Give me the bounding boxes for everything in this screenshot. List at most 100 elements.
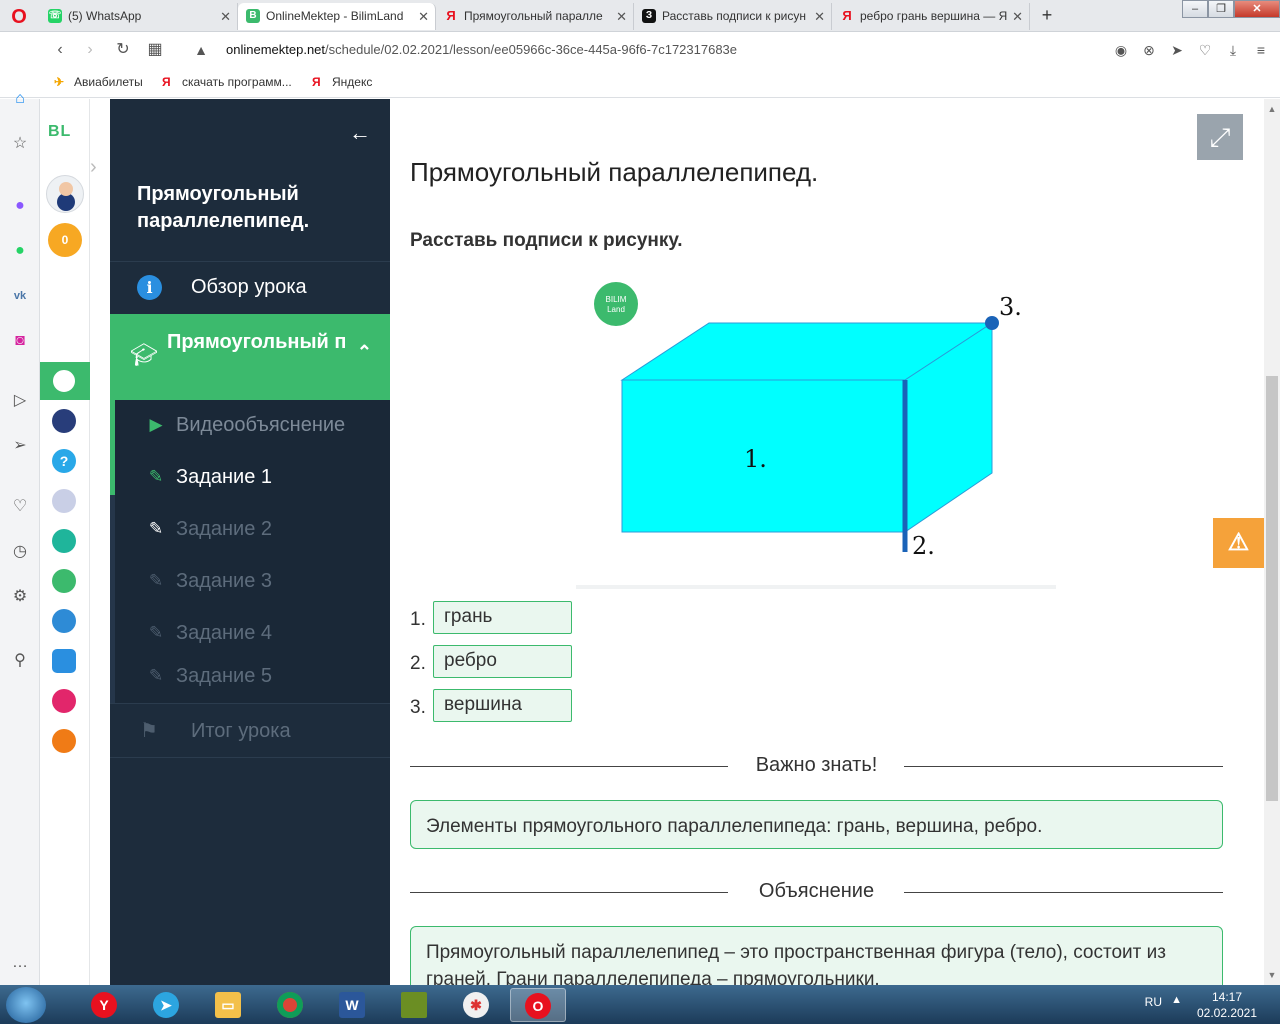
nav-item-task-2[interactable]: ✎ Задание 2 [115,504,390,556]
opera-menu-icon[interactable]: O [8,6,30,28]
scroll-down-icon[interactable]: ▼ [1264,967,1280,983]
tab-onlinemektep[interactable]: B OnlineMektep - BilimLand ✕ [238,3,436,30]
app-bilimbook[interactable] [40,602,90,640]
scrollbar-thumb[interactable] [1266,376,1278,801]
send-icon[interactable]: ➢ [9,435,31,457]
lightbulb-icon[interactable]: ⚲ [9,650,31,672]
bookmark-aviabilety[interactable]: ✈ Авиабилеты [54,75,143,89]
instagram-icon[interactable]: ◙ [9,330,31,352]
send-icon[interactable]: ➤ [1168,40,1186,60]
scroll-up-icon[interactable]: ▲ [1264,101,1280,117]
report-warning-icon[interactable]: ⚠ [1213,518,1264,568]
taskbar-word[interactable]: W [324,988,380,1022]
bilimland-logo[interactable]: BL [48,123,71,141]
arrow-left-icon[interactable]: ← [346,121,374,145]
fullscreen-icon[interactable]: ⤢ [1197,114,1243,160]
divider-line [904,892,1223,893]
word-icon: W [339,991,365,1018]
answer-slot-1[interactable]: грань [433,601,572,634]
nav-item-task-1[interactable]: ✎ Задание 1 [115,452,390,504]
vk-icon[interactable]: vk [9,285,31,307]
settings-icon[interactable]: ⚙ [9,586,31,608]
player-icon[interactable]: ▷ [9,390,31,412]
adblock-icon[interactable]: ⊗ [1140,40,1158,60]
nav-item-task-3[interactable]: ✎ Задание 3 [115,556,390,608]
minimize-button[interactable]: – [1182,0,1208,18]
taskbar-yandex[interactable]: Y [76,988,132,1022]
chevron-up-icon[interactable]: ⌃ [357,342,372,363]
bilimland-icon: B [246,9,260,23]
lesson-content: ⤢ Прямоугольный параллелепипед. Расставь… [390,99,1264,985]
app-library[interactable] [40,482,90,520]
app-bilimland[interactable] [40,562,90,600]
forward-icon[interactable]: › [80,40,100,60]
url-field[interactable]: onlinemektep.net/schedule/02.02.2021/les… [226,42,737,57]
tab-whatsapp[interactable]: ☏ (5) WhatsApp ✕ [40,3,238,30]
system-tray: RU ▲ 14:17 02.02.2021 [1072,989,1272,1021]
reload-icon[interactable]: ↻ [113,40,133,60]
bookmark-yandex[interactable]: Я Яндекс [312,75,372,89]
nav-item-overview[interactable]: i Обзор урока [110,261,390,313]
taskbar-opera[interactable]: O [510,988,566,1022]
answer-slot-2[interactable]: ребро [433,645,572,678]
close-icon[interactable]: ✕ [220,3,231,30]
speed-dial-icon[interactable]: ▦ [145,40,165,60]
app-twig[interactable] [40,682,90,720]
app-help[interactable]: ? [40,442,90,480]
explanation-text: Прямоугольный параллелепипед – это прост… [426,942,1166,985]
language-indicator[interactable]: RU [1145,995,1162,1009]
page-scrollbar[interactable]: ▲ ▼ [1264,99,1280,985]
heart-icon[interactable]: ♡ [9,496,31,518]
taskbar-explorer[interactable]: ▭ [200,988,256,1022]
download-icon[interactable]: ⤓ [1224,40,1242,60]
nav-section-parallelepiped[interactable]: 🎓︎ Прямоугольный параллелепипед ⌃ [110,314,390,400]
close-icon[interactable]: ✕ [616,3,627,30]
messenger-icon[interactable]: ● [9,195,31,217]
taskbar-minecraft[interactable] [386,988,442,1022]
tab-yandex-edge[interactable]: Я ребро грань вершина — Я ✕ [832,3,1030,30]
close-icon[interactable]: ✕ [1012,3,1023,30]
app-test[interactable] [40,642,90,680]
close-window-button[interactable]: ✕ [1234,0,1280,18]
history-icon[interactable]: ◷ [9,541,31,563]
nav-item-task-5[interactable]: ✎ Задание 5 [115,651,390,703]
more-icon[interactable]: … [9,952,31,974]
tab-znanija[interactable]: З Расставь подписи к рисун ✕ [634,3,832,30]
home-icon[interactable]: ⌂ [9,88,31,110]
maximize-button[interactable]: ❐ [1208,0,1234,18]
taskbar-telegram[interactable]: ➤ [138,988,194,1022]
back-icon[interactable]: ‹ [50,40,70,60]
app-online-mektep[interactable] [40,362,90,400]
new-tab-button[interactable]: + [1036,4,1058,26]
taskbar-paint[interactable]: ✱ [448,988,504,1022]
nav-item-video[interactable]: ▶ Видеообъяснение [115,400,390,452]
tray-expand-icon[interactable]: ▲ [1171,994,1182,1006]
star-icon[interactable]: ☆ [9,133,31,155]
close-icon[interactable]: ✕ [814,3,825,30]
coins-badge[interactable]: 0 [48,223,82,257]
minecraft-icon [401,991,427,1018]
heart-icon[interactable]: ♡ [1196,40,1214,60]
app-pisa[interactable] [40,522,90,560]
badge-line-1: BILIM [606,295,627,304]
whatsapp-icon[interactable]: ● [9,240,31,262]
edit-icon: ✎ [148,623,164,642]
app-bilimo[interactable] [40,722,90,760]
url-path: /schedule/02.02.2021/lesson/ee05966c-36c… [325,42,738,57]
start-button[interactable] [6,987,46,1023]
figure-label-1: 1. [744,445,767,473]
close-icon[interactable]: ✕ [418,3,429,30]
bilimland-icon [52,569,76,593]
avatar[interactable] [46,175,84,213]
camera-icon[interactable]: ◉ [1112,40,1130,60]
answer-slot-3[interactable]: вершина [433,689,572,722]
browser-tab-bar: O ☏ (5) WhatsApp ✕ B OnlineMektep - Bili… [0,0,1280,32]
taskbar-chrome[interactable] [262,988,318,1022]
clock[interactable]: 14:17 02.02.2021 [1192,989,1262,1021]
menu-icon[interactable]: ≡ [1252,40,1270,60]
warning-icon[interactable]: ▲ [191,40,211,60]
tab-yandex-search[interactable]: Я Прямоугольный паралле ✕ [436,3,634,30]
nav-item-summary[interactable]: ⚑ Итог урока [110,703,390,757]
app-smart-nation[interactable] [40,402,90,440]
bookmark-download[interactable]: Яскачать программ... [162,75,292,89]
